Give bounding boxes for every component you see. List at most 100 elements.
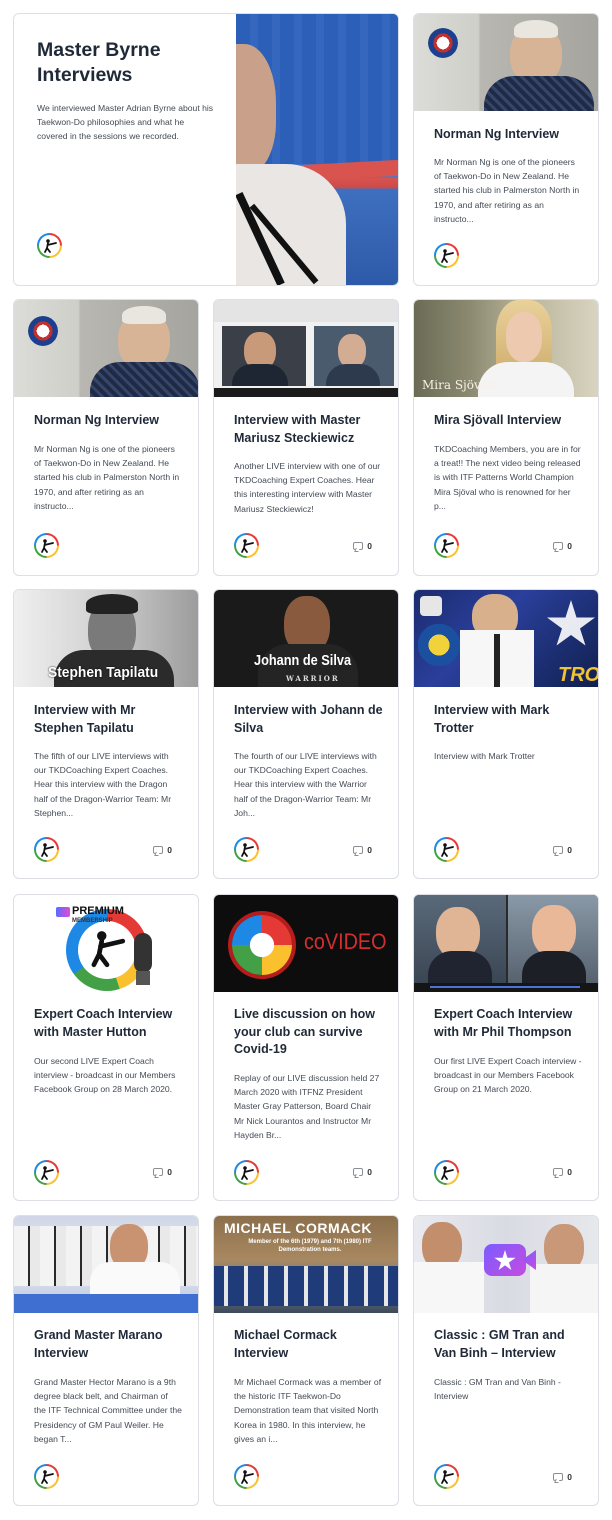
thumbnail-caption: Mira Sjövall [422,378,496,392]
author-avatar[interactable] [434,837,459,862]
comment-icon [353,542,364,550]
post-thumbnail[interactable]: PREMIUM MEMBERSHIP [14,895,198,992]
thumbnail-caption: coVIDEO [304,929,387,954]
author-avatar[interactable] [434,533,459,558]
post-card[interactable]: TRO Interview with Mark Trotter Intervie… [413,589,599,879]
post-card[interactable]: Johann de Silva WARRIOR Interview with J… [213,589,399,879]
comment-count[interactable]: 0 [553,1472,572,1482]
comment-icon [553,1473,564,1481]
post-excerpt: Classic : GM Tran and Van Binh - Intervi… [434,1377,561,1402]
author-avatar[interactable] [34,1464,59,1489]
taekwondo-kick-logo-icon [440,248,454,263]
taekwondo-kick-logo-icon [40,842,54,857]
comment-count[interactable]: 0 [153,1167,172,1177]
post-excerpt: Another LIVE interview with one of our T… [234,461,381,514]
taekwondo-kick-logo-icon [240,1469,254,1484]
comment-icon [353,1168,364,1176]
thumbnail-subcaption: WARRIOR [286,674,340,683]
comment-count[interactable]: 0 [353,845,372,855]
post-title[interactable]: Norman Ng Interview [434,126,584,144]
post-thumbnail[interactable]: TRO [414,590,598,687]
author-avatar[interactable] [234,533,259,558]
comment-count[interactable]: 0 [153,845,172,855]
thumbnail-caption: MICHAEL CORMACK [224,1220,373,1236]
post-thumbnail[interactable] [414,895,598,992]
post-card[interactable]: Norman Ng Interview Mr Norman Ng is one … [413,13,599,286]
author-avatar[interactable] [434,1160,459,1185]
taekwondo-kick-logo-icon [440,1165,454,1180]
post-thumbnail[interactable]: coVIDEO [214,895,398,992]
post-thumbnail[interactable] [14,1216,198,1313]
post-thumbnail[interactable]: MICHAEL CORMACK Member of the 6th (1979)… [214,1216,398,1313]
post-card[interactable]: Interview with Master Mariusz Steckiewic… [213,299,399,576]
post-title[interactable]: Norman Ng Interview [34,412,184,430]
comment-count[interactable]: 0 [553,1167,572,1177]
post-card[interactable]: Stephen Tapilatu Interview with Mr Steph… [13,589,199,879]
post-excerpt: TKDCoaching Members, you are in for a tr… [434,444,581,511]
comment-icon [553,846,564,854]
taekwondo-kick-logo-icon [440,538,454,553]
post-thumbnail[interactable] [414,1216,598,1313]
author-avatar[interactable] [34,533,59,558]
post-card[interactable]: Expert Coach Interview with Mr Phil Thom… [413,894,599,1201]
comment-icon [353,846,364,854]
comment-icon [553,542,564,550]
featured-card[interactable]: Master Byrne Interviews We interviewed M… [13,13,399,286]
post-thumbnail[interactable]: Mira Sjövall [414,300,598,397]
post-thumbnail[interactable]: Stephen Tapilatu [14,590,198,687]
post-excerpt: Mr Norman Ng is one of the pioneers of T… [34,444,180,511]
author-avatar[interactable] [234,1160,259,1185]
comment-count[interactable]: 0 [353,541,372,551]
author-avatar[interactable] [234,837,259,862]
author-avatar[interactable] [34,1160,59,1185]
post-excerpt: Our second LIVE Expert Coach interview -… [34,1056,176,1095]
thumbnail-caption: Stephen Tapilatu [48,664,159,681]
post-title[interactable]: Mira Sjövall Interview [434,412,584,430]
post-card[interactable]: PREMIUM MEMBERSHIP Expert Coach Intervie… [13,894,199,1201]
comment-icon [153,1168,164,1176]
thumbnail-caption: TRO [558,664,598,686]
author-avatar[interactable] [434,1464,459,1489]
featured-title[interactable]: Master Byrne Interviews [37,38,217,88]
author-avatar[interactable] [37,233,62,258]
post-thumbnail[interactable]: Johann de Silva WARRIOR [214,590,398,687]
post-card[interactable]: Norman Ng Interview Mr Norman Ng is one … [13,299,199,576]
post-thumbnail[interactable] [214,300,398,397]
post-title[interactable]: Classic : GM Tran and Van Binh – Intervi… [434,1327,584,1362]
post-card[interactable]: Mira Sjövall Mira Sjövall Interview TKDC… [413,299,599,576]
post-title[interactable]: Interview with Mr Stephen Tapilatu [34,702,184,737]
post-thumbnail[interactable] [14,300,198,397]
post-card[interactable]: MICHAEL CORMACK Member of the 6th (1979)… [213,1215,399,1506]
post-title[interactable]: Live discussion on how your club can sur… [234,1006,384,1059]
thumbnail-subcaption: MEMBERSHIP [72,918,113,924]
post-excerpt: The fifth of our LIVE interviews with ou… [34,751,172,818]
post-card[interactable]: coVIDEO Live discussion on how your club… [213,894,399,1201]
comment-count[interactable]: 0 [553,845,572,855]
post-card[interactable]: Grand Master Marano Interview Grand Mast… [13,1215,199,1506]
author-avatar[interactable] [434,243,459,268]
post-thumbnail[interactable] [414,14,598,111]
post-title[interactable]: Expert Coach Interview with Mr Phil Thom… [434,1006,584,1041]
premium-star-icon [56,907,70,917]
post-title[interactable]: Expert Coach Interview with Master Hutto… [34,1006,184,1041]
post-title[interactable]: Grand Master Marano Interview [34,1327,184,1362]
comment-count[interactable]: 0 [353,1167,372,1177]
post-title[interactable]: Interview with Mark Trotter [434,702,584,737]
thumbnail-subcaption: Member of the 6th (1979) and 7th (1980) … [248,1239,372,1253]
post-excerpt: Mr Michael Cormack was a member of the h… [234,1377,382,1444]
thumbnail-caption: PREMIUM [72,905,124,917]
taekwondo-kick-logo-icon [40,538,54,553]
post-title[interactable]: Interview with Johann de Silva [234,702,384,737]
author-avatar[interactable] [234,1464,259,1489]
taekwondo-kick-logo-icon [91,931,126,968]
post-excerpt: Grand Master Hector Marano is a 9th degr… [34,1377,182,1444]
comment-icon [553,1168,564,1176]
thumbnail-caption: Johann de Silva [254,652,352,669]
post-title[interactable]: Interview with Master Mariusz Steckiewic… [234,412,384,447]
comment-count[interactable]: 0 [553,541,572,551]
post-title[interactable]: Michael Cormack Interview [234,1327,384,1362]
author-avatar[interactable] [34,837,59,862]
virus-logo-icon [232,915,292,975]
post-card[interactable]: Classic : GM Tran and Van Binh – Intervi… [413,1215,599,1506]
featured-image[interactable] [236,14,398,285]
